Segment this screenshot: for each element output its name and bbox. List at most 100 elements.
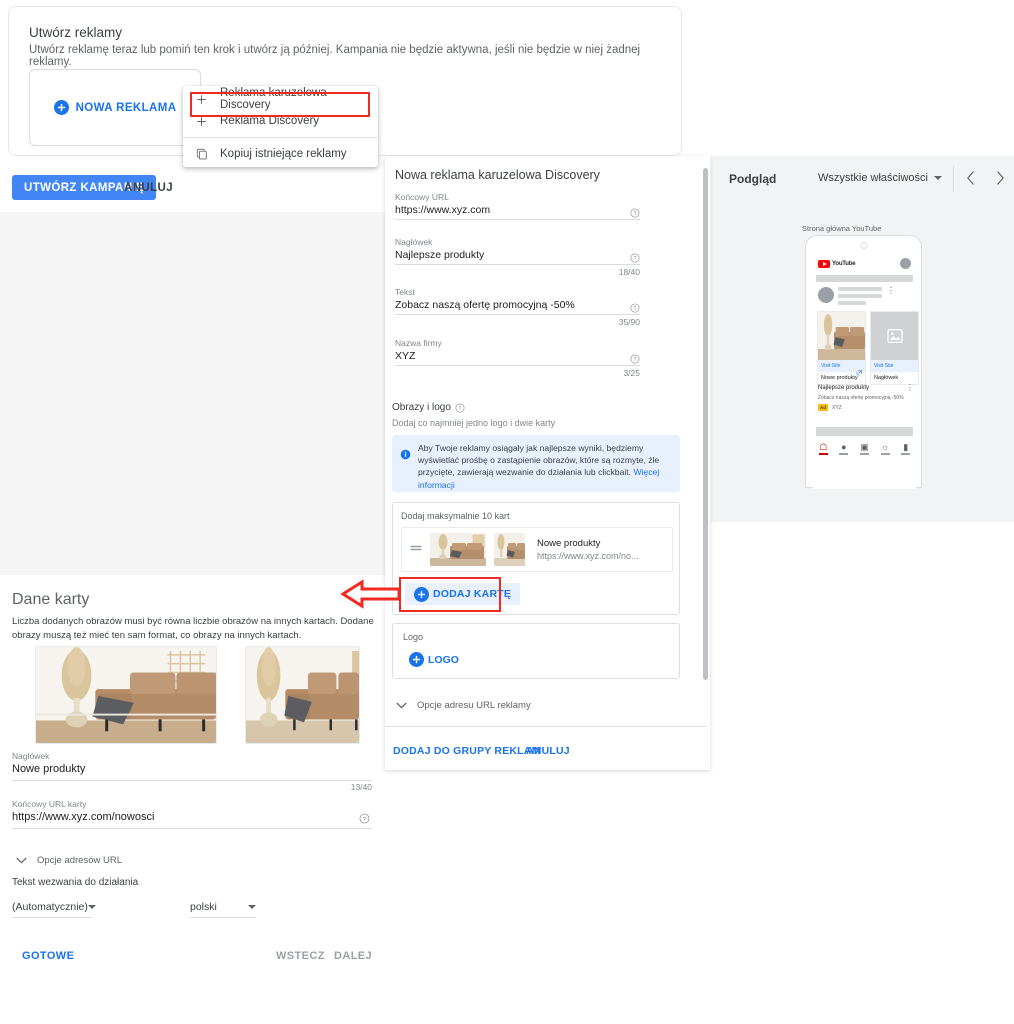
card-data-description: Liczba dodanych obrazów musi być równa l… xyxy=(12,616,374,641)
preview-carousel-card-1[interactable]: Visit Site Nowe produkty xyxy=(817,311,866,385)
kebab-menu-icon[interactable]: ⋮ xyxy=(906,384,914,392)
notifications-icon[interactable]: ☼ xyxy=(880,443,890,455)
svg-text:?: ? xyxy=(634,357,637,363)
cta-select[interactable]: (Automatycznie) xyxy=(12,901,96,918)
field-value: Zobacz naszą ofertę promocyjną -50% xyxy=(395,299,575,311)
help-icon[interactable]: ? xyxy=(630,250,640,263)
page-subtitle: Utwórz reklamę teraz lub pomiń ten krok … xyxy=(29,44,641,68)
card-title: Nowe produkty xyxy=(537,538,601,549)
help-icon[interactable]: ? xyxy=(455,403,465,413)
kebab-menu-icon[interactable]: ⋮ xyxy=(887,287,895,295)
card-data-title: Dane karty xyxy=(12,591,90,608)
chevron-down-icon xyxy=(16,851,27,869)
card-list-item[interactable]: Nowe produkty https://www.xyz.com/no... xyxy=(401,527,673,572)
preview-brand-name: XYZ xyxy=(832,404,842,411)
card-url-value[interactable]: https://www.xyz.com/nowosci xyxy=(12,811,154,823)
home-icon[interactable]: ☖ xyxy=(818,443,828,455)
add-card-label: DODAJ KARTĘ xyxy=(433,588,512,600)
ad-badge: Ad xyxy=(818,404,828,411)
card-thumbnail-narrow xyxy=(494,533,525,566)
avatar xyxy=(818,287,834,303)
new-ad-button[interactable]: NOWA REKLAMA xyxy=(29,69,201,146)
add-logo-label: LOGO xyxy=(428,653,459,666)
preview-description: Zobacz naszą ofertę promocyjną -50% xyxy=(818,395,904,401)
url-options-toggle[interactable]: Opcje adresów URL xyxy=(16,851,122,869)
help-icon[interactable]: ? xyxy=(630,300,640,313)
help-icon[interactable]: ? xyxy=(630,351,640,364)
cards-box-label: Dodaj maksymalnie 10 kart xyxy=(401,511,510,521)
card-text-block: Nowe produkty https://www.xyz.com/no... xyxy=(537,538,639,561)
business-name-field[interactable]: Nazwa firmy XYZ ? 3/25 xyxy=(395,338,640,378)
dialog-footer-divider xyxy=(385,726,707,727)
dialog-cancel-button[interactable]: ANULUJ xyxy=(522,741,574,761)
headline-value[interactable]: Nowe produkty xyxy=(12,763,85,775)
card-url-underline xyxy=(12,828,372,829)
images-and-logo-subtitle: Dodaj co najmniej jedno logo i dwie kart… xyxy=(392,418,556,428)
menu-item-label: Reklama karuzelowa Discovery xyxy=(220,87,327,111)
field-label: Nazwa firmy xyxy=(395,338,442,348)
property-selector-label: Wszystkie właściwości xyxy=(817,172,928,184)
svg-text:?: ? xyxy=(634,306,637,312)
menu-item-carousel-discovery-ad[interactable]: Reklama karuzelowa Discovery xyxy=(183,87,378,111)
final-url-field[interactable]: Końcowy URL https://www.xyz.com ? xyxy=(395,192,640,220)
chevron-down-icon xyxy=(396,696,407,714)
headline-field[interactable]: Nagłówek Najlepsze produkty ? 18/40 xyxy=(395,237,640,277)
library-icon[interactable]: ▮ xyxy=(901,443,911,455)
visit-site-label: Visit Site xyxy=(821,363,841,369)
headline-underline xyxy=(12,780,372,781)
url-options-label: Opcje adresów URL xyxy=(37,854,123,866)
drag-handle-icon[interactable] xyxy=(410,544,422,555)
next-preview-icon[interactable] xyxy=(990,168,1010,188)
previous-preview-icon[interactable] xyxy=(960,168,980,188)
add-card-button[interactable]: DODAJ KARTĘ xyxy=(405,583,521,605)
plus-icon xyxy=(195,94,208,105)
back-button[interactable]: WSTECZ xyxy=(270,945,331,967)
plus-circle-icon xyxy=(409,652,424,667)
cancel-campaign-button[interactable]: ANULUJ xyxy=(118,175,179,200)
visit-site-row[interactable]: Visit Site xyxy=(818,360,865,376)
chevron-down-icon xyxy=(248,905,256,909)
page-title: Utwórz reklamy xyxy=(29,25,123,40)
plus-icon xyxy=(195,116,208,127)
svg-text:?: ? xyxy=(634,256,637,262)
youtube-wordmark: YouTube xyxy=(832,260,856,267)
menu-item-label: Kopiuj istniejące reklamy xyxy=(220,148,347,160)
subscriptions-icon[interactable]: ▣ xyxy=(859,443,869,455)
card-image-portrait[interactable] xyxy=(245,646,360,744)
visit-site-row[interactable]: Visit Site xyxy=(871,360,918,372)
language-select[interactable]: polski xyxy=(190,901,256,918)
skeleton-line xyxy=(838,301,866,305)
help-icon[interactable]: ? xyxy=(630,205,640,218)
help-icon[interactable]: ? xyxy=(359,811,370,824)
char-counter: 18/40 xyxy=(618,267,640,277)
copy-icon xyxy=(195,148,208,160)
menu-item-copy-existing-ads[interactable]: Kopiuj istniejące reklamy xyxy=(183,143,378,165)
info-text-body: Aby Twoje reklamy osiągały jak najlepsze… xyxy=(418,443,660,478)
dialog-scrollbar[interactable] xyxy=(703,168,708,680)
preview-carousel-card-2[interactable]: Visit Site Nagłówek xyxy=(870,311,919,385)
description-field[interactable]: Tekst Zobacz naszą ofertę promocyjną -50… xyxy=(395,287,640,327)
skeleton-strip xyxy=(816,275,913,282)
preview-title: Podgląd xyxy=(729,172,777,186)
svg-text:?: ? xyxy=(459,406,462,412)
phone-screen: YouTube ⋮ Visit Site Nowe produkty Visit… xyxy=(813,254,919,489)
language-select-value: polski xyxy=(190,901,217,913)
skeleton-line xyxy=(838,287,882,291)
field-label: Nagłówek xyxy=(395,237,433,247)
char-counter: 35/90 xyxy=(618,317,640,327)
next-button[interactable]: DALEJ xyxy=(328,945,378,967)
plus-circle-icon xyxy=(53,100,69,115)
card-image-landscape[interactable] xyxy=(35,646,217,744)
menu-item-discovery-ad[interactable]: Reklama Discovery xyxy=(183,110,378,132)
dialog-title: Nowa reklama karuzelowa Discovery xyxy=(395,168,600,182)
explore-icon[interactable]: ● xyxy=(839,443,849,455)
images-and-logo-heading: Obrazy i logo ? xyxy=(392,402,465,413)
preview-card-image xyxy=(818,312,865,360)
add-logo-button[interactable]: LOGO xyxy=(405,650,463,669)
done-button[interactable]: GOTOWE xyxy=(16,945,80,967)
svg-text:?: ? xyxy=(363,817,367,823)
property-selector[interactable]: Wszystkie właściwości xyxy=(818,172,942,184)
new-ad-label: NOWA REKLAMA xyxy=(75,101,177,114)
ad-url-options-toggle[interactable]: Opcje adresu URL reklamy xyxy=(396,696,531,714)
char-counter: 3/25 xyxy=(623,368,640,378)
